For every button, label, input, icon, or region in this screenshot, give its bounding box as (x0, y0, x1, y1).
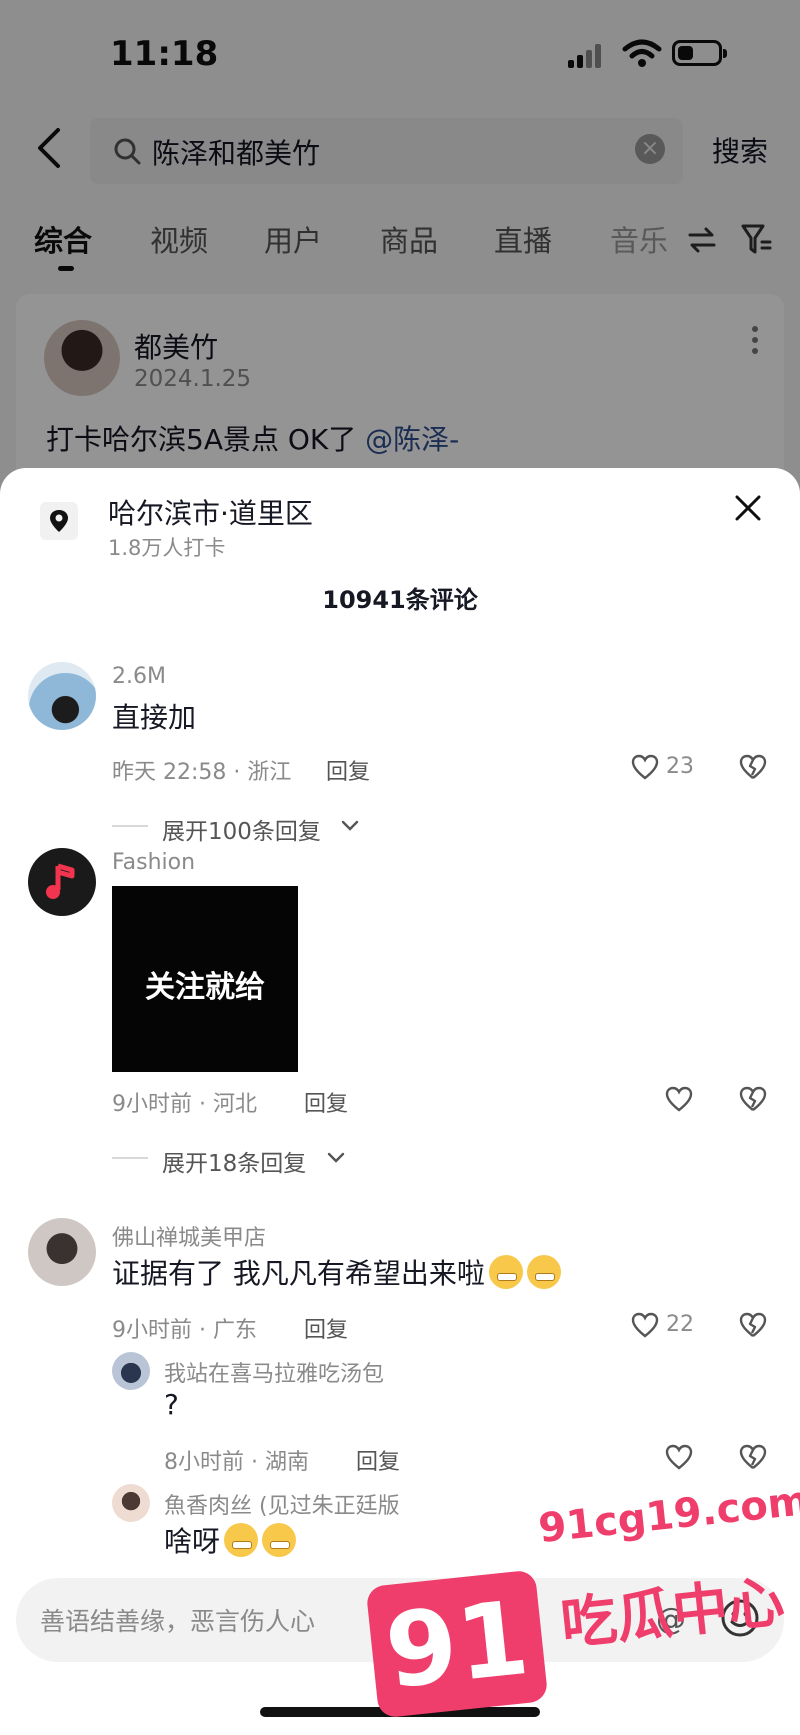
commenter-avatar[interactable] (28, 1218, 96, 1286)
grin-emoji-icon (488, 1255, 523, 1289)
chevron-down-icon (327, 1152, 345, 1163)
comment-image[interactable]: 关注就给 (112, 886, 298, 1072)
broken-heart-icon[interactable] (738, 1442, 768, 1472)
comment-time-location: 9小时前 · 河北 (112, 1092, 257, 1117)
expand-divider (112, 1157, 148, 1159)
commenter-name[interactable]: 佛山禅城美甲店 (112, 1220, 266, 1252)
location-pin-icon (40, 502, 78, 540)
location-title[interactable]: 哈尔滨市·道里区 (108, 492, 313, 532)
reply-button[interactable]: 回复 (304, 1312, 348, 1344)
close-icon[interactable] (732, 492, 764, 524)
heart-icon (665, 1444, 693, 1470)
commenter-name[interactable]: Fashion (112, 850, 195, 875)
commenter-avatar[interactable] (28, 662, 96, 730)
like-button[interactable]: 23 (630, 752, 710, 784)
like-button[interactable]: 22 (630, 1310, 710, 1342)
mention-at-icon[interactable]: @ (656, 1602, 686, 1637)
comment-input[interactable]: 善语结善缘，恶言伤人心 @ (16, 1578, 784, 1662)
like-button[interactable] (664, 1442, 704, 1474)
replier-avatar[interactable] (112, 1484, 150, 1522)
reply-text-content: 啥呀 (164, 1525, 221, 1558)
chevron-down-icon (341, 820, 359, 831)
replier-avatar[interactable] (112, 1352, 150, 1390)
like-count: 22 (666, 1312, 694, 1337)
like-count: 23 (666, 754, 694, 779)
expand-replies-label: 展开100条回复 (162, 819, 321, 845)
reply-button[interactable]: 回复 (326, 754, 370, 786)
reply-text: 啥呀 (164, 1520, 297, 1560)
reply-text: ? (164, 1388, 179, 1421)
comment-sheet: 哈尔滨市·道里区 1.8万人打卡 10941条评论 2.6M 直接加 昨天 22… (0, 468, 800, 1735)
replier-name[interactable]: 魚香肉丝 (见过朱正廷版 (164, 1488, 400, 1520)
commenter-avatar[interactable] (28, 848, 96, 916)
broken-heart-icon[interactable] (738, 1310, 768, 1340)
grin-emoji-icon (526, 1255, 561, 1289)
comment-text: 证据有了 我凡凡有希望出来啦 (112, 1252, 561, 1292)
reply-time-location: 8小时前 · 湖南 (164, 1450, 309, 1475)
pleading-emoji-icon (224, 1523, 259, 1557)
expand-divider (112, 825, 148, 827)
heart-icon (631, 1312, 659, 1338)
location-checkins: 1.8万人打卡 (108, 536, 226, 560)
comment-time-location: 9小时前 · 广东 (112, 1318, 257, 1343)
heart-icon (631, 754, 659, 780)
commenter-name[interactable]: 2.6M (112, 664, 166, 689)
like-button[interactable] (664, 1084, 704, 1116)
comment-image-text: 关注就给 (145, 970, 265, 1005)
replier-name[interactable]: 我站在喜马拉雅吃汤包 (164, 1356, 384, 1388)
comment-time-location: 昨天 22:58 · 浙江 (112, 760, 292, 785)
home-indicator (260, 1707, 540, 1717)
comment-input-placeholder: 善语结善缘，恶言伤人心 (40, 1607, 316, 1636)
emoji-picker-icon[interactable] (720, 1598, 760, 1638)
broken-heart-icon[interactable] (738, 752, 768, 782)
music-note-icon (46, 863, 75, 899)
comment-count: 10941条评论 (322, 586, 478, 614)
comment-text: 直接加 (112, 701, 197, 734)
comment-text-content: 证据有了 我凡凡有希望出来啦 (112, 1257, 485, 1290)
expand-replies-label: 展开18条回复 (162, 1151, 307, 1177)
reply-button[interactable]: 回复 (304, 1086, 348, 1118)
reply-button[interactable]: 回复 (356, 1444, 400, 1476)
heart-icon (665, 1086, 693, 1112)
broken-heart-icon[interactable] (738, 1084, 768, 1114)
pleading-emoji-icon (262, 1523, 297, 1557)
